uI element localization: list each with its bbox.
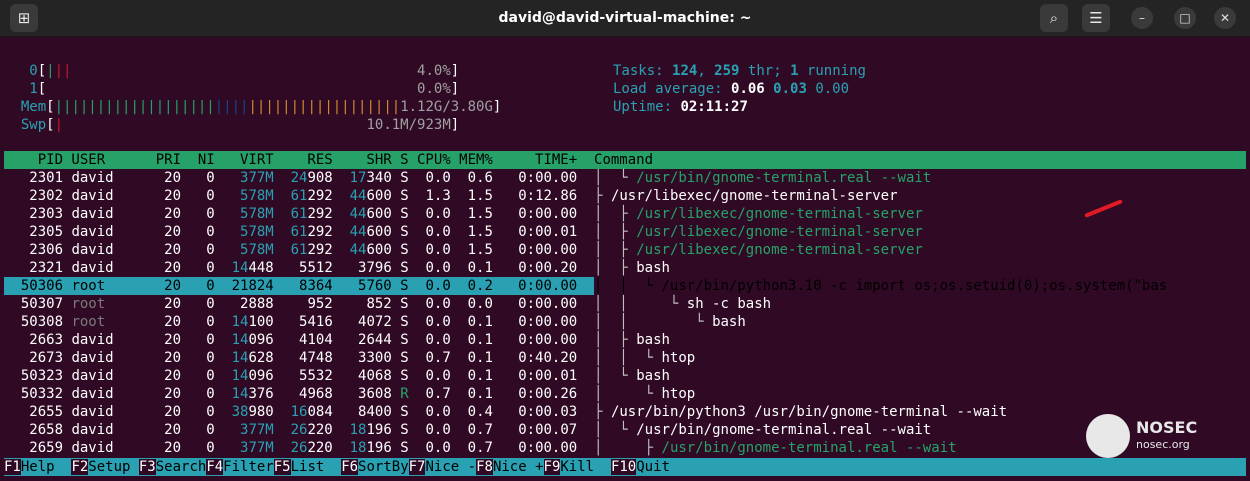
mem-meter: Mem[||||||||||||||||||||||||||||||||||||… [20, 99, 502, 115]
terminal-window: ⊞ david@david-virtual-machine: ~ ⌕ ☰ – □… [0, 0, 1250, 481]
fkey-sortby[interactable]: F6SortBy [341, 458, 409, 476]
fkey-quit[interactable]: F10Quit [610, 458, 670, 476]
logo-url: nosec.org [1136, 438, 1190, 451]
table-row[interactable]: 50323 david 20 0 14096 5532 4068 S 0.0 0… [4, 367, 670, 385]
process-command: /usr/libexec/gnome-terminal-server [636, 206, 923, 222]
fkey-search[interactable]: F3Search [138, 458, 206, 476]
process-command: bash [636, 368, 670, 384]
process-command: htop [661, 386, 696, 402]
table-row[interactable]: 2302 david 20 0 578M 61292 44600 S 1.3 1… [4, 187, 898, 205]
fkey-filter[interactable]: F4Filter [206, 458, 274, 476]
title-bar: ⊞ david@david-virtual-machine: ~ ⌕ ☰ – □… [0, 0, 1250, 37]
search-icon[interactable]: ⌕ [1040, 4, 1068, 32]
process-command: /usr/bin/python3 /usr/bin/gnome-terminal… [610, 404, 1008, 420]
table-row[interactable]: 2663 david 20 0 14096 4104 2644 S 0.0 0.… [4, 331, 670, 349]
table-row[interactable]: 50306 root 20 0 21824 8364 5760 S 0.0 0.… [4, 277, 1167, 295]
table-row[interactable]: 50308 root 20 0 14100 5416 4072 S 0.0 0.… [4, 313, 746, 331]
fkey-nice[interactable]: F8Nice + [476, 458, 544, 476]
process-command: bash [636, 332, 670, 348]
process-command: /usr/libexec/gnome-terminal-server [610, 188, 898, 204]
function-key-bar: F1Help F2Setup F3Search F4Filter F5List F6… [4, 458, 1246, 476]
hamburger-icon[interactable]: ☰ [1082, 4, 1110, 32]
table-row[interactable]: 2659 david 20 0 377M 26220 18196 S 0.0 0… [4, 439, 957, 457]
fkey-kill[interactable]: F9Kill [543, 458, 611, 476]
fkey-list[interactable]: F5List [273, 458, 341, 476]
table-row[interactable]: 2305 david 20 0 578M 61292 44600 S 0.0 1… [4, 223, 923, 241]
htop-screen: 0[||| 4.0%] 1[ 0.0%] Mem[|||||||||||||||… [4, 44, 1246, 481]
minimize-icon[interactable]: – [1131, 7, 1153, 29]
table-row[interactable]: 2301 david 20 0 377M 24908 17340 S 0.0 0… [4, 169, 931, 187]
table-row[interactable]: 2655 david 20 0 38980 16084 8400 S 0.0 0… [4, 403, 1007, 421]
fkey-setup[interactable]: F2Setup [71, 458, 138, 476]
logo-name: NOSEC [1136, 418, 1198, 437]
process-command: /usr/libexec/gnome-terminal-server [636, 242, 923, 258]
table-row[interactable]: 50307 root 20 0 2888 952 852 S 0.0 0.0 0… [4, 295, 771, 313]
uptime: Uptime: 02:11:27 [613, 99, 748, 115]
process-command: /usr/bin/gnome-terminal.real --wait [636, 422, 932, 438]
process-command: /usr/bin/python3.10 -c import os;os.setu… [661, 278, 1168, 294]
tasks-info: Tasks: 124, 259 thr; 1 running [613, 63, 866, 79]
process-command: bash [636, 260, 670, 276]
close-icon[interactable]: ✕ [1214, 7, 1236, 29]
table-row[interactable]: 2303 david 20 0 578M 61292 44600 S 0.0 1… [4, 205, 923, 223]
cpu1-meter: 1[ 0.0%] [29, 81, 460, 97]
process-command: /usr/libexec/gnome-terminal-server [636, 224, 923, 240]
process-command: sh -c bash [686, 296, 772, 312]
logo-emblem-icon [1086, 414, 1130, 458]
process-command: /usr/bin/gnome-terminal.real --wait [661, 440, 957, 456]
process-command: /usr/bin/gnome-terminal.real --wait [636, 170, 932, 186]
process-table-header[interactable]: PID USER PRI NI VIRT RES SHR S CPU% MEM%… [4, 151, 1246, 169]
header-columns[interactable]: PID USER PRI NI VIRT RES SHR S CPU% MEM%… [4, 152, 653, 168]
table-row[interactable]: 2321 david 20 0 14448 5512 3796 S 0.0 0.… [4, 259, 670, 277]
process-command: htop [661, 350, 696, 366]
fkey-nice[interactable]: F7Nice - [408, 458, 476, 476]
table-row[interactable]: 2306 david 20 0 578M 61292 44600 S 0.0 1… [4, 241, 923, 259]
load-average: Load average: 0.06 0.03 0.00 [613, 81, 850, 97]
table-row[interactable]: 50332 david 20 0 14376 4968 3608 R 0.7 0… [4, 385, 695, 403]
cpu0-meter: 0[||| 4.0%] [29, 63, 460, 79]
swap-meter: Swp[| 10.1M/923M] [20, 117, 460, 133]
process-command: bash [712, 314, 746, 330]
fkey-help[interactable]: F1Help [4, 458, 71, 476]
table-row[interactable]: 2658 david 20 0 377M 26220 18196 S 0.0 0… [4, 421, 931, 439]
maximize-icon[interactable]: □ [1174, 7, 1196, 29]
table-row[interactable]: 2673 david 20 0 14628 4748 3300 S 0.7 0.… [4, 349, 695, 367]
